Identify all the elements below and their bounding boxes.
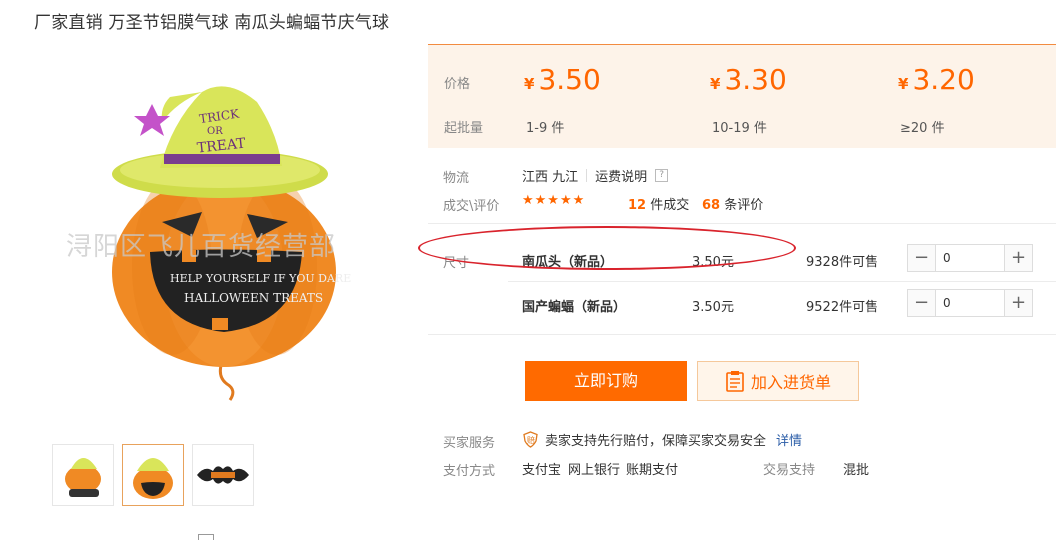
service-text: 卖家支持先行赔付，保障买家交易安全 <box>545 434 767 449</box>
payment-credit: 账期支付 <box>626 463 679 478</box>
batch-label: 起批量 <box>444 121 484 136</box>
add-to-cart-button[interactable]: 加入进货单 <box>697 361 859 401</box>
price-panel: 价格 起批量 ¥3.50 ¥3.30 ¥3.20 1-9 件 10-19 件 ≥… <box>428 44 1056 148</box>
buyer-service-info: 赔 卖家支持先行赔付，保障买家交易安全 详情 <box>522 430 802 449</box>
price-tier-3: ¥3.20 <box>898 63 975 96</box>
svg-text:赔: 赔 <box>527 435 535 445</box>
thumbnail-2[interactable] <box>122 444 184 506</box>
sku-stock-bat: 9522件可售 <box>806 300 879 315</box>
bat-halloween-balloon-icon <box>197 466 249 484</box>
svg-text:HALLOWEEN TREATS: HALLOWEEN TREATS <box>184 291 323 305</box>
logistics-label: 物流 <box>443 171 470 186</box>
buyer-service-label: 买家服务 <box>443 436 496 451</box>
pumpkin-balloon-icon <box>65 458 101 497</box>
add-to-cart-label: 加入进货单 <box>750 373 831 392</box>
order-now-button[interactable]: 立即订购 <box>525 361 687 401</box>
plus-button[interactable]: + <box>1005 245 1032 271</box>
sku-name-bat: 国产蝙蝠（新品） <box>522 300 627 315</box>
product-title: 厂家直销 万圣节铝膜气球 南瓜头蝙蝠节庆气球 <box>34 13 390 33</box>
minus-button[interactable]: − <box>908 245 935 271</box>
price-tier-1: ¥3.50 <box>524 63 601 96</box>
annotation-ellipse <box>418 226 796 270</box>
reviews-label: 成交\评价 <box>443 199 500 214</box>
shield-icon: 赔 <box>523 431 538 448</box>
payment-label: 支付方式 <box>443 464 496 479</box>
thumbnail-3[interactable] <box>192 444 254 506</box>
batch-range-1: 1-9 件 <box>526 121 565 136</box>
quantity-input[interactable]: 0 <box>935 290 1005 316</box>
clipboard-icon <box>726 371 744 392</box>
divider <box>428 223 1056 224</box>
ship-location: 江西 九江 <box>522 170 579 185</box>
svg-text:OR: OR <box>207 126 223 137</box>
price-tier-2: ¥3.30 <box>710 63 787 96</box>
divider <box>586 169 588 182</box>
shop-watermark: 浔阳区飞儿百货经营部 <box>66 232 337 262</box>
svg-text:HELP YOURSELF IF YOU DARE: HELP YOURSELF IF YOU DARE <box>170 272 351 285</box>
thumbnail-1[interactable] <box>52 444 114 506</box>
shipping-note-link[interactable]: 运费说明 <box>595 166 647 185</box>
rating-stars-icon: ★★★★★ <box>522 193 586 208</box>
trade-support-label: 交易支持 <box>763 463 816 478</box>
pumpkin-balloon-icon <box>133 458 173 499</box>
batch-range-3: ≥20 件 <box>900 121 945 136</box>
quantity-stepper-pumpkin: − 0 + <box>907 244 1033 272</box>
plus-button[interactable]: + <box>1005 290 1032 316</box>
minus-button[interactable]: − <box>908 290 935 316</box>
help-icon[interactable]: ? <box>655 169 669 182</box>
quantity-stepper-bat: − 0 + <box>907 289 1033 317</box>
trade-support-value: 混批 <box>843 463 870 478</box>
details-link[interactable]: 详情 <box>776 430 802 449</box>
sku-price-bat: 3.50元 <box>692 300 734 315</box>
price-label: 价格 <box>444 77 471 92</box>
divider <box>428 334 1056 335</box>
sku-stock-pumpkin: 9328件可售 <box>806 255 879 270</box>
divider <box>508 281 1056 282</box>
quantity-input[interactable]: 0 <box>935 245 1005 271</box>
reviews-count[interactable]: 68 条评价 <box>702 194 763 213</box>
expand-icon[interactable] <box>198 534 214 540</box>
logistics-info: 江西 九江 运费说明 ? <box>522 166 669 185</box>
deals-count[interactable]: 12 件成交 <box>628 194 689 213</box>
thumbnail-strip <box>52 444 254 506</box>
batch-range-2: 10-19 件 <box>712 121 767 136</box>
payment-online-bank: 网上银行 <box>568 463 621 478</box>
payment-alipay: 支付宝 <box>522 463 562 478</box>
